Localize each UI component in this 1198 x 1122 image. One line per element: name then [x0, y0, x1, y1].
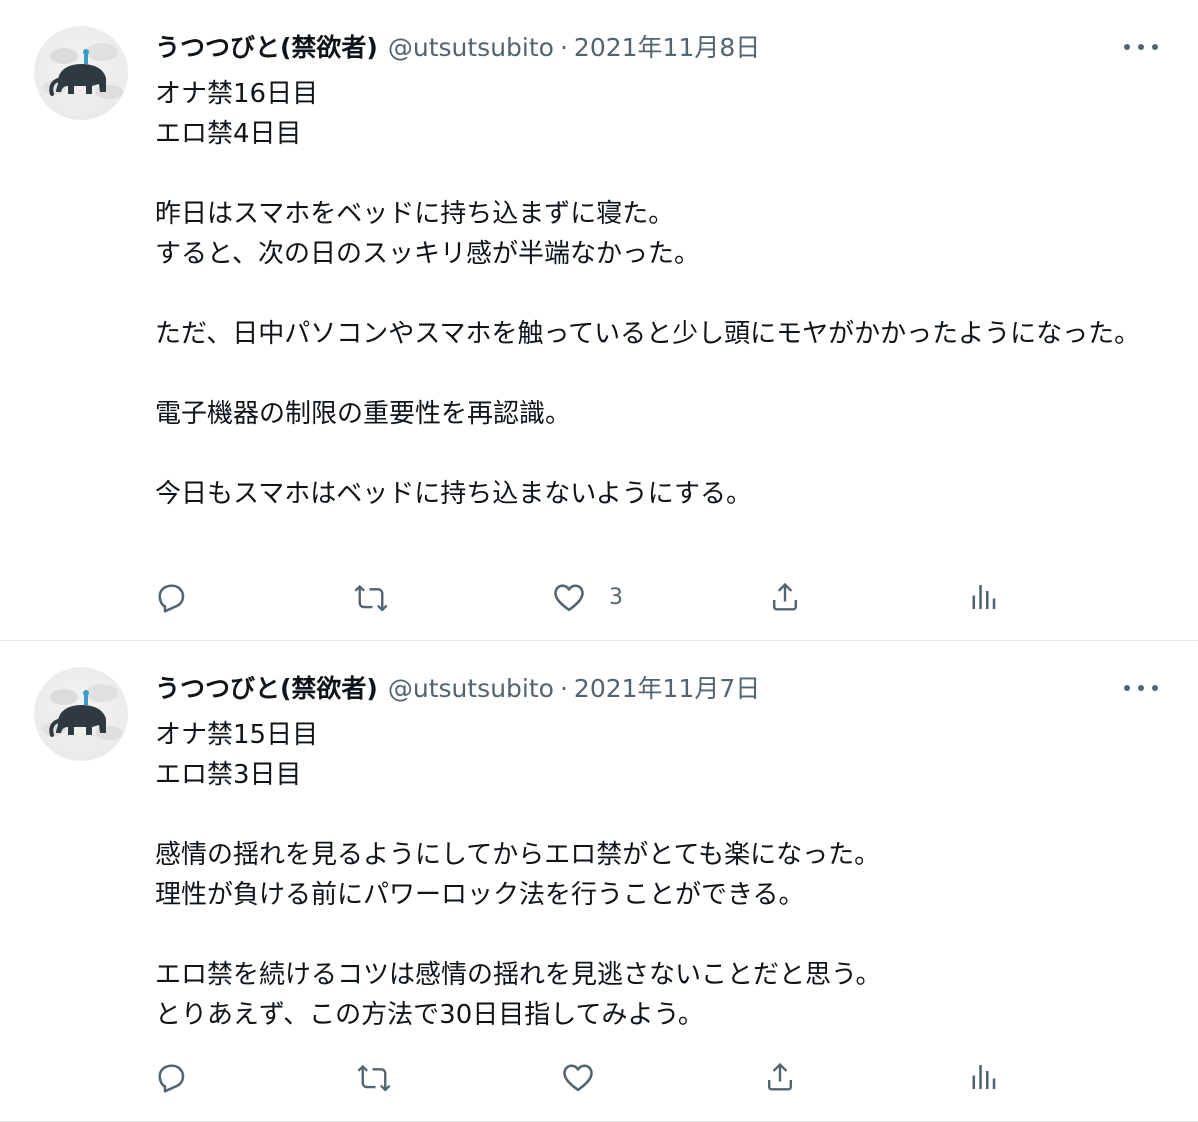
- avatar[interactable]: [34, 667, 128, 761]
- user-handle[interactable]: @utsutsubito: [388, 30, 554, 66]
- avatar-elephant-icon: [42, 684, 123, 740]
- tweet[interactable]: うつつびと(禁欲者) @utsutsubito · 2021年11月8日 オナ禁…: [0, 0, 1198, 641]
- reply-icon: [158, 1064, 185, 1093]
- share-icon: [768, 1062, 792, 1091]
- avatar[interactable]: [34, 26, 128, 120]
- tweet-date[interactable]: 2021年11月7日: [574, 671, 760, 707]
- tweet-header: うつつびと(禁欲者) @utsutsubito · 2021年11月8日: [155, 30, 760, 66]
- separator: ·: [559, 33, 568, 62]
- avatar-elephant-icon: [42, 43, 123, 99]
- more-icon[interactable]: [1124, 38, 1158, 56]
- like-icon: [554, 584, 584, 612]
- reply-button[interactable]: [153, 577, 189, 617]
- tweet-header: うつつびと(禁欲者) @utsutsubito · 2021年11月7日: [155, 671, 760, 707]
- share-icon: [773, 582, 797, 611]
- share-button[interactable]: [762, 1057, 798, 1097]
- tweet-feed: うつつびと(禁欲者) @utsutsubito · 2021年11月8日 オナ禁…: [0, 0, 1198, 1122]
- user-handle[interactable]: @utsutsubito: [388, 671, 554, 707]
- analytics-button[interactable]: [965, 1057, 1001, 1097]
- share-button[interactable]: [767, 577, 803, 617]
- retweet-button[interactable]: [353, 577, 389, 617]
- more-icon[interactable]: [1124, 679, 1158, 697]
- analytics-icon: [972, 1065, 996, 1089]
- like-button[interactable]: [560, 1057, 618, 1097]
- display-name[interactable]: うつつびと(禁欲者): [155, 671, 378, 707]
- like-button[interactable]: 3: [551, 577, 623, 617]
- tweet-text: オナ禁16日目 エロ禁4日目 昨日はスマホをベッドに持ち込まずに寝た。 すると、…: [155, 79, 1141, 509]
- like-icon: [563, 1064, 593, 1092]
- like-count: 3: [609, 584, 623, 610]
- tweet[interactable]: うつつびと(禁欲者) @utsutsubito · 2021年11月7日 オナ禁…: [0, 641, 1198, 1122]
- tweet-text: オナ禁15日目 エロ禁3日目 感情の揺れを見るようにしてからエロ禁がとても楽にな…: [155, 720, 882, 1030]
- analytics-icon: [972, 585, 996, 609]
- tweet-date[interactable]: 2021年11月8日: [574, 30, 760, 66]
- reply-button[interactable]: [153, 1057, 189, 1097]
- retweet-icon: [357, 1064, 391, 1092]
- retweet-button[interactable]: [356, 1057, 392, 1097]
- analytics-button[interactable]: [965, 577, 1001, 617]
- display-name[interactable]: うつつびと(禁欲者): [155, 30, 378, 66]
- tweet-actions: 3: [153, 577, 1013, 617]
- separator: ·: [559, 674, 568, 703]
- retweet-icon: [354, 584, 388, 612]
- tweet-actions: [153, 1057, 1013, 1097]
- reply-icon: [158, 584, 185, 613]
